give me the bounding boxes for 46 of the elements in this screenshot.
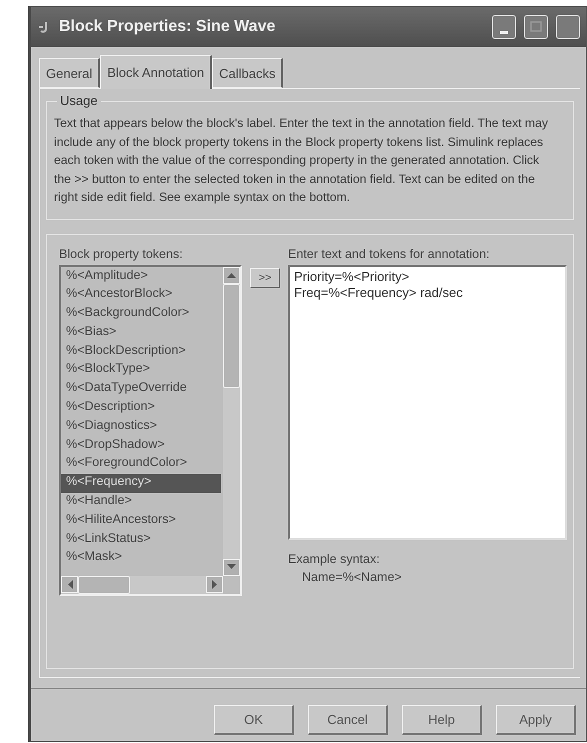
group-title: Usage [57, 93, 101, 108]
token-item[interactable]: %<DropShadow> [61, 436, 221, 456]
minimize-icon [500, 30, 508, 34]
token-item[interactable]: %<Bias> [61, 324, 221, 343]
tokens-label: Block property tokens: [59, 246, 184, 260]
example-text: Name=%<Name> [301, 570, 403, 584]
token-item[interactable]: %<Diagnostics> [61, 418, 221, 437]
token-item[interactable]: %<BlockType> [61, 361, 221, 380]
close-button[interactable] [556, 15, 580, 39]
token-item[interactable]: %<Frequency> [61, 474, 221, 494]
minimize-button[interactable] [492, 15, 516, 39]
usage-text: Text that appears below the block's label. Enter the text in the annotation field. The text may include any of the block property tokens in the Block property tokens list. Simulink replaces each token with the value of the corresponding property in the generated annotation. Click the >> button to enter the selected token in the annotation field. Text can be edited on the right side edit field. See example syntax on the bottom. [54, 115, 549, 206]
token-item[interactable]: %<AncestorBlock> [61, 286, 221, 306]
scroll-up-icon[interactable] [223, 266, 240, 284]
token-item[interactable]: %<HiliteAncestors> [61, 512, 221, 531]
annotation-label: Enter text and tokens for annotation: [288, 246, 491, 260]
insert-token-button[interactable]: >> [250, 268, 280, 288]
vertical-scrollbar[interactable] [223, 266, 240, 576]
window-title: Block Properties: Sine Wave [59, 18, 276, 36]
tab[interactable]: Callbacks [212, 58, 284, 88]
token-item[interactable]: %<BlockDescription> [61, 342, 221, 362]
dialog-button[interactable]: Help [402, 705, 482, 735]
scroll-thumb[interactable] [223, 284, 240, 388]
example-label: Example syntax: [288, 552, 381, 566]
tab[interactable]: Block Annotation [100, 55, 212, 89]
horizontal-scrollbar[interactable] [61, 576, 223, 594]
dialog-button[interactable]: Apply [496, 705, 576, 735]
tab[interactable]: General [39, 58, 100, 88]
token-item[interactable]: %<BackgroundColor> [61, 305, 221, 324]
token-item[interactable]: %<Mask> [61, 549, 221, 568]
token-item[interactable]: %<LinkStatus> [61, 530, 221, 550]
annotation-field[interactable]: Priority=%<Priority> Freq=%<Frequency> rad/sec [288, 264, 567, 540]
dialog-button[interactable]: Cancel [308, 705, 388, 735]
scroll-down-icon[interactable] [223, 558, 240, 576]
token-item[interactable]: %<ForegroundColor> [61, 455, 221, 474]
scroll-thumb[interactable] [78, 576, 130, 594]
dialog-button[interactable]: OK [214, 705, 294, 735]
token-item[interactable]: %<Amplitude> [61, 268, 221, 286]
scroll-left-icon[interactable] [61, 576, 78, 592]
token-item[interactable]: %<DataTypeOverride [61, 380, 221, 400]
maximize-button[interactable] [524, 15, 548, 39]
maximize-icon [530, 21, 542, 33]
tokens-listbox[interactable] [59, 264, 242, 596]
scroll-right-icon[interactable] [206, 576, 223, 592]
token-item[interactable]: %<Handle> [61, 493, 221, 512]
token-item[interactable]: %<Description> [61, 399, 221, 418]
